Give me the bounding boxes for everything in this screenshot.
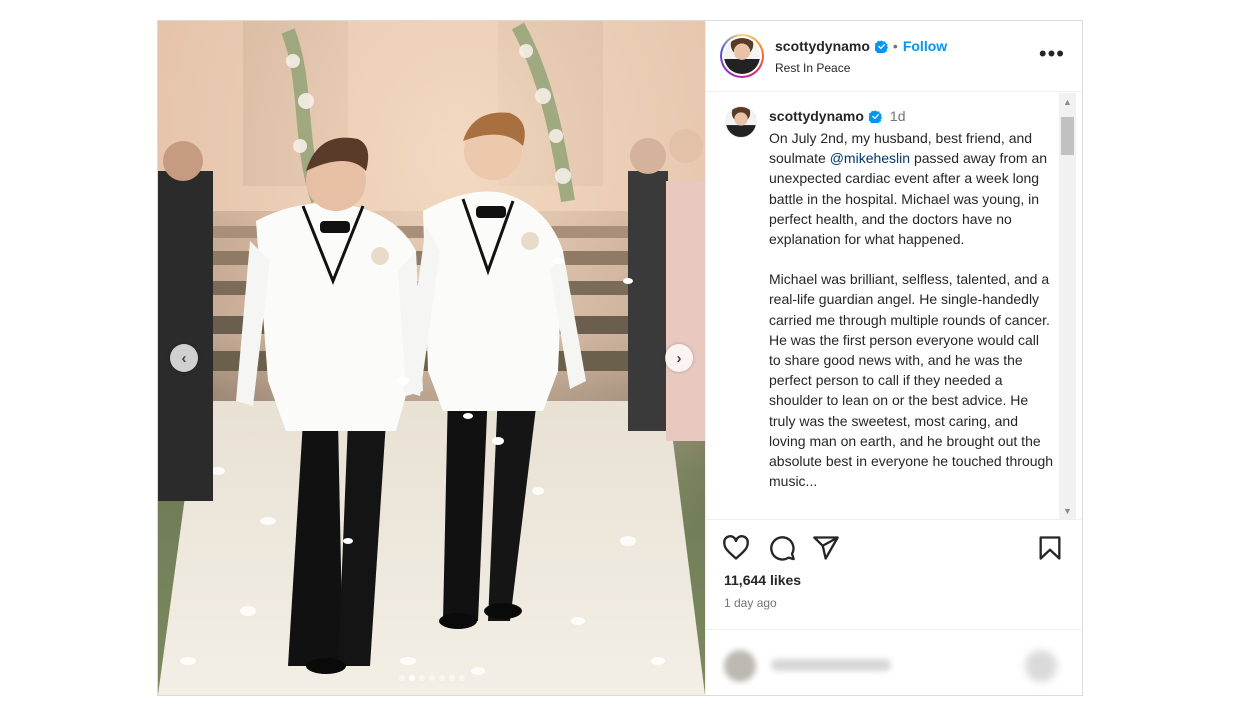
caption-text: On July 2nd, my husband, best friend, an… <box>769 128 1054 491</box>
post-timestamp[interactable]: 1 day ago <box>724 596 777 610</box>
carousel-dot <box>438 675 445 681</box>
header-separator: • <box>892 38 898 54</box>
carousel-dot <box>398 675 405 681</box>
next-slide-button[interactable]: › <box>665 344 693 372</box>
follow-button[interactable]: Follow <box>903 38 947 54</box>
caption-section: scottydynamo 1d On July 2nd, my husband,… <box>706 93 1082 519</box>
carousel-indicator <box>158 675 705 681</box>
carousel-dot <box>458 675 465 681</box>
carousel-dot <box>418 675 425 681</box>
post-details-panel: scottydynamo • Follow Rest In Peace ••• … <box>705 21 1082 695</box>
post-actions: 11,644 likes 1 day ago <box>706 519 1082 629</box>
carousel-dot <box>428 675 435 681</box>
carousel-dot <box>448 675 455 681</box>
heart-icon[interactable] <box>722 534 750 562</box>
caption-author-avatar[interactable] <box>725 106 757 138</box>
post-photo[interactable]: ‹ › <box>158 21 705 695</box>
comment-input-placeholder[interactable] <box>771 659 891 671</box>
comment-bubble-icon[interactable] <box>768 534 796 562</box>
instagram-post: ‹ › scottydynamo • Follow Rest In Peace … <box>157 20 1083 696</box>
author-username[interactable]: scottydynamo <box>775 38 870 54</box>
verified-badge-icon <box>874 39 888 53</box>
emoji-icon[interactable] <box>1025 650 1057 682</box>
post-subtitle[interactable]: Rest In Peace <box>775 61 850 75</box>
caption-scrollbar[interactable]: ▲ ▼ <box>1059 93 1076 519</box>
author-avatar[interactable] <box>720 34 764 78</box>
previous-slide-button[interactable]: ‹ <box>170 344 198 372</box>
mention-link[interactable]: @mikeheslin <box>830 150 910 166</box>
scroll-thumb[interactable] <box>1061 117 1074 155</box>
caption-paragraph-2: Michael was brilliant, selfless, talente… <box>769 271 1054 490</box>
wedding-photo-illustration <box>158 21 705 695</box>
paper-plane-icon[interactable] <box>812 534 840 562</box>
more-options-button[interactable]: ••• <box>1039 43 1065 65</box>
add-comment-section[interactable] <box>706 629 1082 695</box>
scroll-down-arrow-icon[interactable]: ▼ <box>1059 502 1076 519</box>
carousel-dot <box>408 675 415 681</box>
scroll-up-arrow-icon[interactable]: ▲ <box>1059 93 1076 110</box>
caption-username[interactable]: scottydynamo <box>769 108 864 124</box>
bookmark-icon[interactable] <box>1036 534 1064 562</box>
caption-timestamp[interactable]: 1d <box>890 108 906 124</box>
like-count[interactable]: 11,644 likes <box>724 572 801 588</box>
post-header: scottydynamo • Follow Rest In Peace ••• <box>706 21 1082 92</box>
commenter-avatar <box>724 650 756 682</box>
verified-badge-icon <box>868 109 882 123</box>
caption-paragraph-1: On July 2nd, my husband, best friend, an… <box>769 128 1054 249</box>
